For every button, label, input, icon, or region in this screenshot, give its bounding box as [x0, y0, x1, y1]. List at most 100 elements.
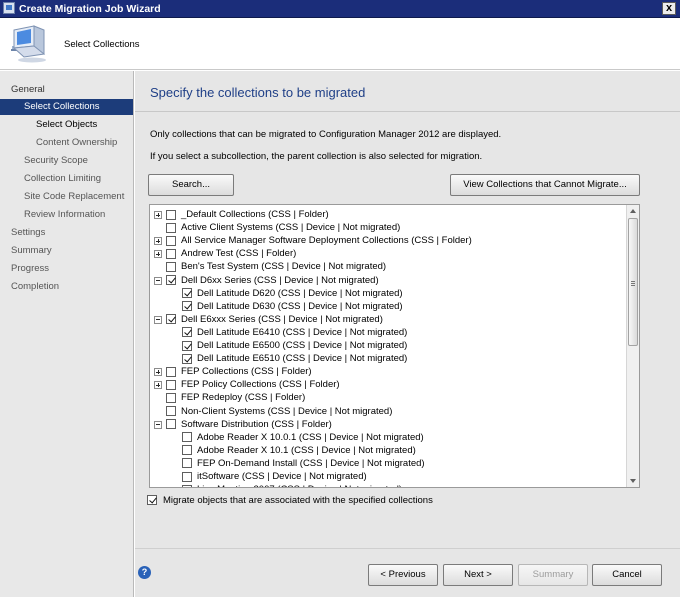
step-collection-limiting[interactable]: Collection Limiting: [24, 171, 101, 187]
tree-row[interactable]: Andrew Test (CSS | Folder): [150, 247, 620, 260]
collapse-icon[interactable]: [154, 276, 162, 285]
tree-row[interactable]: Adobe Reader X 10.1 (CSS | Device | Not …: [150, 444, 620, 457]
step-completion[interactable]: Completion: [11, 279, 59, 295]
title-bar: Create Migration Job Wizard x: [0, 0, 680, 18]
tree-row-checkbox[interactable]: [166, 275, 176, 285]
tree-row[interactable]: Dell Latitude E6500 (CSS | Device | Not …: [150, 339, 620, 352]
step-security-scope[interactable]: Security Scope: [24, 153, 88, 169]
tree-row-checkbox[interactable]: [166, 248, 176, 259]
tree-row-label: Ben's Test System (CSS | Device | Not mi…: [181, 261, 387, 273]
tree-row-label: Dell Latitude E6500 (CSS | Device | Not …: [197, 340, 408, 351]
step-progress[interactable]: Progress: [11, 261, 49, 277]
wizard-steps-sidebar: General Select Collections Select Object…: [0, 71, 134, 597]
step-select-objects[interactable]: Select Objects: [36, 117, 97, 133]
scroll-down-arrow-icon[interactable]: [630, 479, 636, 483]
tree-row-label: Dell Latitude D620 (CSS | Device | Not m…: [197, 287, 403, 299]
tree-row[interactable]: FEP Policy Collections (CSS | Folder): [150, 378, 620, 391]
window-title: Create Migration Job Wizard: [19, 3, 161, 15]
help-icon[interactable]: ?: [138, 566, 151, 579]
expand-icon[interactable]: [154, 368, 162, 377]
page-heading: Specify the collections to be migrated: [150, 85, 366, 100]
tree-row-checkbox[interactable]: [182, 288, 192, 299]
tree-row-checkbox[interactable]: [166, 392, 176, 403]
tree-row[interactable]: Non-Client Systems (CSS | Device | Not m…: [150, 405, 620, 418]
step-settings[interactable]: Settings: [11, 225, 45, 241]
step-site-code-replacement[interactable]: Site Code Replacement: [24, 189, 124, 205]
search-button[interactable]: Search...: [148, 174, 234, 196]
tree-row[interactable]: Dell Latitude D620 (CSS | Device | Not m…: [150, 287, 620, 300]
next-button[interactable]: Next >: [443, 564, 513, 586]
tree-scrollbar[interactable]: [626, 205, 639, 487]
collapse-icon[interactable]: [154, 315, 162, 324]
tree-row-label: Dell Latitude E6410 (CSS | Device | Not …: [197, 326, 408, 338]
tree-row-checkbox[interactable]: [166, 314, 176, 325]
previous-button[interactable]: < Previous: [368, 564, 438, 586]
tree-row[interactable]: All Service Manager Software Deployment …: [150, 234, 620, 247]
tree-row-checkbox[interactable]: [166, 379, 176, 390]
info-text-2: If you select a subcollection, the paren…: [150, 151, 483, 162]
scroll-up-arrow-icon[interactable]: [630, 209, 636, 213]
tree-row-checkbox[interactable]: [166, 261, 176, 272]
tree-row[interactable]: Dell E6xxx Series (CSS | Device | Not mi…: [150, 313, 620, 326]
step-review-information[interactable]: Review Information: [24, 207, 105, 223]
info-text-1: Only collections that can be migrated to…: [150, 129, 502, 140]
tree-row-label: Adobe Reader X 10.1 (CSS | Device | Not …: [197, 444, 416, 456]
tree-row-label: _Default Collections (CSS | Folder): [181, 209, 329, 220]
tree-row[interactable]: itSoftware (CSS | Device | Not migrated): [150, 470, 620, 483]
cancel-button[interactable]: Cancel: [592, 564, 662, 586]
tree-row[interactable]: Ben's Test System (CSS | Device | Not mi…: [150, 260, 620, 273]
tree-row[interactable]: Software Distribution (CSS | Folder): [150, 418, 620, 431]
tree-row[interactable]: FEP Collections (CSS | Folder): [150, 365, 620, 378]
collapse-icon[interactable]: [154, 420, 162, 429]
step-select-collections[interactable]: Select Collections: [0, 99, 133, 115]
expand-icon[interactable]: [154, 381, 162, 390]
tree-row[interactable]: _Default Collections (CSS | Folder): [150, 208, 620, 221]
step-general[interactable]: General: [11, 82, 45, 98]
tree-row-label: Software Distribution (CSS | Folder): [181, 418, 332, 430]
tree-row-label: FEP Policy Collections (CSS | Folder): [181, 379, 340, 391]
tree-row[interactable]: Dell D6xx Series (CSS | Device | Not mig…: [150, 274, 620, 287]
collections-tree[interactable]: _Default Collections (CSS | Folder) Activ…: [149, 204, 640, 488]
tree-row[interactable]: FEP Redeploy (CSS | Folder): [150, 391, 620, 404]
tree-row-label: Adobe Reader X 10.0.1 (CSS | Device | No…: [197, 431, 424, 443]
tree-row[interactable]: Dell Latitude D630 (CSS | Device | Not m…: [150, 300, 620, 313]
tree-row[interactable]: Live Meeting 2007 (CSS | Device | Not mi…: [150, 483, 620, 487]
tree-row-checkbox[interactable]: [166, 406, 176, 416]
step-summary[interactable]: Summary: [11, 243, 52, 259]
tree-row-checkbox[interactable]: [182, 471, 192, 482]
header-title: Select Collections: [64, 39, 140, 50]
view-cannot-migrate-button[interactable]: View Collections that Cannot Migrate...: [450, 174, 640, 196]
tree-row-label: Active Client Systems (CSS | Device | No…: [181, 222, 401, 234]
step-content-ownership[interactable]: Content Ownership: [36, 135, 117, 151]
computer-wizard-icon: [11, 25, 46, 63]
tree-row-checkbox[interactable]: [166, 366, 176, 377]
tree-row-label: Dell E6xxx Series (CSS | Device | Not mi…: [181, 313, 383, 325]
migrate-associated-checkbox[interactable]: [147, 495, 157, 505]
tree-row-checkbox[interactable]: [182, 432, 192, 443]
tree-row-checkbox[interactable]: [166, 222, 176, 233]
tree-row-label: Andrew Test (CSS | Folder): [181, 248, 297, 260]
tree-row-checkbox[interactable]: [166, 419, 176, 430]
tree-row[interactable]: Dell Latitude E6510 (CSS | Device | Not …: [150, 352, 620, 365]
expand-icon[interactable]: [154, 250, 162, 259]
tree-row[interactable]: Active Client Systems (CSS | Device | No…: [150, 221, 620, 234]
scroll-thumb[interactable]: [628, 218, 638, 346]
tree-row-checkbox[interactable]: [166, 235, 176, 246]
tree-row-checkbox[interactable]: [182, 301, 192, 312]
tree-row-label: Dell Latitude E6510 (CSS | Device | Not …: [197, 353, 408, 365]
tree-row-checkbox[interactable]: [182, 445, 192, 456]
close-button[interactable]: x: [662, 2, 676, 15]
tree-row-checkbox[interactable]: [166, 209, 176, 220]
tree-row[interactable]: Adobe Reader X 10.0.1 (CSS | Device | No…: [150, 431, 620, 444]
tree-row-checkbox[interactable]: [182, 327, 192, 338]
expand-icon[interactable]: [154, 211, 162, 219]
tree-row-checkbox[interactable]: [182, 353, 192, 364]
tree-row-label: Non-Client Systems (CSS | Device | Not m…: [181, 405, 393, 417]
tree-row-checkbox[interactable]: [182, 340, 192, 351]
tree-row-checkbox[interactable]: [182, 484, 192, 487]
expand-icon[interactable]: [154, 237, 162, 246]
app-icon: [3, 2, 15, 14]
tree-row[interactable]: FEP On-Demand Install (CSS | Device | No…: [150, 457, 620, 470]
tree-row[interactable]: Dell Latitude E6410 (CSS | Device | Not …: [150, 326, 620, 339]
tree-row-checkbox[interactable]: [182, 458, 192, 469]
